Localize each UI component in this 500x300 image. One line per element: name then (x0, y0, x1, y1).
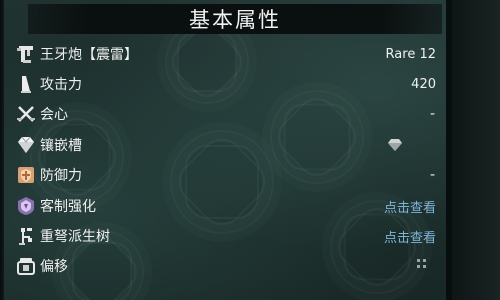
affinity-value: - (429, 106, 435, 122)
row-deviation: 偏移 (14, 252, 436, 280)
corner-marker-icon (416, 255, 428, 268)
heavy-bowgun-icon (14, 42, 38, 66)
panel-left-border (0, 0, 4, 300)
deviation-label: 偏移 (40, 259, 68, 275)
row-decoration-slots: 镶嵌槽 (14, 131, 436, 159)
attribute-panel: 基本属性 王牙炮【震雷】 Rare 12 攻击力 420 会心 - 镶嵌槽 防御… (0, 0, 500, 300)
rampage-skills-view-link[interactable]: 点击查看 (384, 197, 436, 216)
rampage-skill-icon (14, 194, 38, 218)
panel-right-border (446, 0, 500, 300)
defense-value: - (429, 167, 435, 183)
panel-title: 基本属性 (189, 8, 281, 32)
weapon-tree-view-link[interactable]: 点击查看 (384, 227, 436, 246)
decoration-gem-icon (14, 133, 38, 157)
row-rampage-skills[interactable]: 客制强化 点击查看 (14, 192, 436, 220)
attack-label: 攻击力 (40, 77, 82, 93)
affinity-label: 会心 (40, 107, 68, 123)
defense-label: 防御力 (40, 168, 82, 184)
decoration-slots-label: 镶嵌槽 (40, 138, 82, 154)
row-weapon-tree[interactable]: 重弩派生树 点击查看 (14, 222, 436, 250)
weapon-rarity: Rare 12 (385, 46, 436, 62)
row-weapon-name: 王牙炮【震雷】 Rare 12 (14, 40, 436, 68)
row-attack: 攻击力 420 (14, 70, 436, 98)
weapon-tree-label: 重弩派生树 (40, 229, 110, 245)
title-bar: 基本属性 (28, 4, 442, 34)
weapon-name: 王牙炮【震雷】 (40, 47, 138, 63)
deviation-scope-icon (14, 254, 38, 278)
weapon-tree-icon (14, 224, 38, 248)
attack-value: 420 (411, 76, 436, 92)
rampage-skills-label: 客制强化 (40, 199, 96, 215)
row-affinity: 会心 - (14, 100, 436, 128)
row-defense: 防御力 - (14, 161, 436, 189)
affinity-swords-icon (14, 102, 38, 126)
gem-slot-icon (386, 137, 404, 153)
attack-blade-icon (14, 72, 38, 96)
defense-shield-icon (14, 163, 38, 187)
